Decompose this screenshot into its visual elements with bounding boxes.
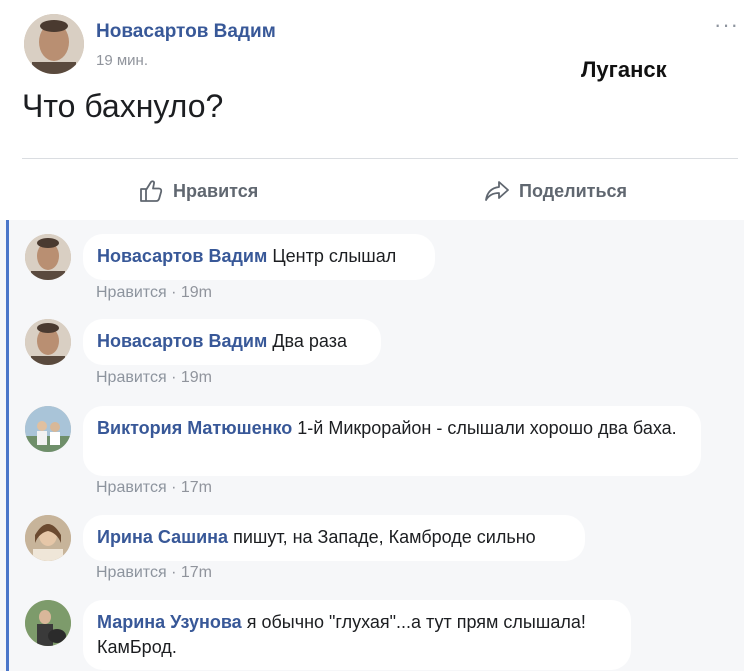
post-time[interactable]: 19 мин. xyxy=(96,52,148,69)
comment-bubble: Новасартов Вадим Центр слышал xyxy=(83,234,435,280)
comment-like-link[interactable]: Нравится xyxy=(96,479,167,496)
comment-time[interactable]: 17m xyxy=(181,564,212,581)
comment-like-link[interactable]: Нравится xyxy=(96,369,167,386)
more-icon[interactable]: ··· xyxy=(714,12,739,38)
meta-separator: · xyxy=(171,284,177,301)
comment-like-link[interactable]: Нравится xyxy=(96,564,167,581)
comment-author[interactable]: Марина Узунова xyxy=(97,612,242,632)
comment-text: 1-й Микрорайон - слышали хорошо два баха… xyxy=(297,418,677,438)
like-label: Нравится xyxy=(173,180,259,201)
comment-bubble: Новасартов Вадим Два раза xyxy=(83,319,381,365)
comment-bubble: Ирина Сашина пишут, на Западе, Камброде … xyxy=(83,515,585,561)
like-thumb-icon xyxy=(140,180,163,202)
comments-section: Новасартов Вадим Центр слышал Нравится ·… xyxy=(0,220,744,671)
comment-time[interactable]: 19m xyxy=(181,369,212,386)
like-button[interactable]: Нравится xyxy=(137,175,258,207)
meta-separator: · xyxy=(171,369,177,386)
comment-avatar[interactable] xyxy=(25,515,71,561)
comment-like-link[interactable]: Нравится xyxy=(96,284,167,301)
share-arrow-icon xyxy=(485,181,509,201)
meta-separator: · xyxy=(171,564,177,581)
meta-separator: · xyxy=(171,479,177,496)
post-card: Новасартов Вадим 19 мин. Луганск ··· Что… xyxy=(0,0,744,220)
city-label: Луганск xyxy=(581,57,667,82)
comment-meta: Нравится · 19m xyxy=(96,369,212,387)
share-label: Поделиться xyxy=(519,180,628,201)
divider xyxy=(22,158,738,159)
author-avatar[interactable] xyxy=(24,14,84,74)
comment-meta: Нравится · 19m xyxy=(96,284,212,302)
post-text: Что бахнуло? xyxy=(22,88,224,124)
comment-avatar[interactable] xyxy=(25,406,71,452)
comment-author[interactable]: Ирина Сашина xyxy=(97,527,228,547)
comment-bubble: Марина Узунова я обычно "глухая"...а тут… xyxy=(83,600,631,670)
comment-meta: Нравится · 17m xyxy=(96,564,212,582)
comment-time[interactable]: 17m xyxy=(181,479,212,496)
comment-time[interactable]: 19m xyxy=(181,284,212,301)
comment-author[interactable]: Новасартов Вадим xyxy=(97,246,267,266)
comment-author[interactable]: Новасартов Вадим xyxy=(97,331,267,351)
comment-text: Два раза xyxy=(272,331,347,351)
comment-text: Центр слышал xyxy=(272,246,397,266)
share-button[interactable]: Поделиться xyxy=(483,175,627,207)
comment-meta: Нравится · 17m xyxy=(96,479,212,497)
post-author[interactable]: Новасартов Вадим xyxy=(96,21,276,43)
comment-avatar[interactable] xyxy=(25,600,71,646)
comment-avatar[interactable] xyxy=(25,319,71,365)
comment-author[interactable]: Виктория Матюшенко xyxy=(97,418,292,438)
comment-text: пишут, на Западе, Камброде сильно xyxy=(233,527,536,547)
comment-avatar[interactable] xyxy=(25,234,71,280)
comment-bubble: Виктория Матюшенко 1-й Микрорайон - слыш… xyxy=(83,406,701,476)
comments-rail xyxy=(6,220,9,671)
